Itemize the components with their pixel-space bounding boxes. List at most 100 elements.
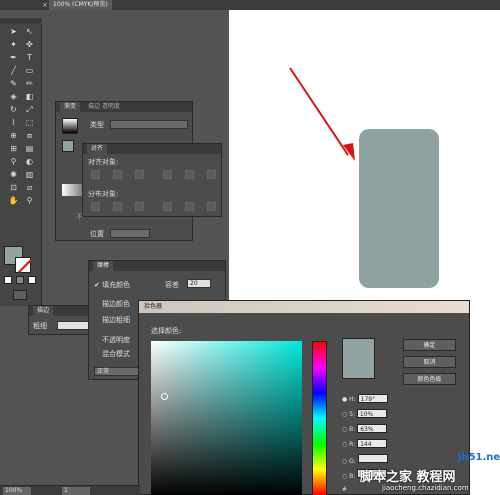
magic-wand-tab[interactable]: 魔棒 xyxy=(93,261,114,271)
h-value[interactable]: 179° xyxy=(357,394,388,403)
tolerance-label: 容差 xyxy=(165,281,179,289)
screen-mode-icon[interactable] xyxy=(13,290,27,300)
zoom-icon[interactable]: ⚲ xyxy=(24,195,35,206)
zoom-field[interactable]: 100% xyxy=(3,487,31,495)
hue-row[interactable]: ● H: 179° xyxy=(342,394,388,405)
weight-field[interactable] xyxy=(57,321,91,330)
symbol-sprayer-icon[interactable]: ✺ xyxy=(8,169,19,180)
gradient-icon[interactable]: ▤ xyxy=(24,143,35,154)
fill-color-option[interactable]: ✔ 填充颜色 xyxy=(94,280,130,290)
dist-top-icon[interactable] xyxy=(91,202,100,211)
gradient-tab[interactable]: 渐变 xyxy=(60,102,81,112)
position-label: 位置 xyxy=(90,230,104,238)
tolerance-field[interactable]: 20 xyxy=(187,279,211,288)
color-mode-icon[interactable] xyxy=(4,276,12,284)
align-objects-label: 对齐对象: xyxy=(88,158,119,166)
gradient-fill-swatch[interactable] xyxy=(62,140,74,152)
distribute-objects-label: 分布对象: xyxy=(88,190,119,198)
perspective-icon[interactable]: ⧈ xyxy=(24,130,35,141)
blob-brush-icon[interactable]: ◈ xyxy=(8,91,19,102)
gradient-preview[interactable] xyxy=(62,118,78,134)
select-color-label: 选择颜色: xyxy=(151,327,182,335)
hue-slider[interactable] xyxy=(312,341,327,495)
align-bottom-icon[interactable] xyxy=(207,170,216,179)
b-label: B: xyxy=(349,426,356,433)
lasso-icon[interactable]: ✜ xyxy=(24,39,35,50)
opacity-label: 不透明度 xyxy=(102,336,130,344)
status-bar: 100% 1 xyxy=(0,485,140,495)
stroke-tab[interactable]: 描边 xyxy=(33,306,54,316)
pen-icon[interactable]: ✒ xyxy=(8,52,19,63)
stroke-swatch[interactable] xyxy=(15,257,33,274)
rectangle-icon[interactable]: ▭ xyxy=(24,65,35,76)
dist-left-icon[interactable] xyxy=(163,202,172,211)
rotate-icon[interactable]: ↻ xyxy=(8,104,19,115)
align-hcenter-icon[interactable] xyxy=(113,170,122,179)
gradient-mode-icon[interactable] xyxy=(16,276,24,284)
type-dropdown[interactable] xyxy=(110,120,188,129)
ok-button[interactable]: 确定 xyxy=(403,339,456,351)
saturation-row[interactable]: ○ S: 10% xyxy=(342,409,387,420)
eyedropper-icon[interactable]: ⚲ xyxy=(8,156,19,167)
dist-hcenter-icon[interactable] xyxy=(185,202,194,211)
line-icon[interactable]: ╱ xyxy=(8,65,19,76)
align-vcenter-icon[interactable] xyxy=(185,170,194,179)
magic-wand-icon[interactable]: ✦ xyxy=(8,39,19,50)
stroke-weight-label: 描边粗细 xyxy=(102,316,130,324)
dist-vcenter-icon[interactable] xyxy=(113,202,122,211)
h-label: H: xyxy=(349,396,356,403)
eraser-icon[interactable]: ◧ xyxy=(24,91,35,102)
brightness-row[interactable]: ○ B: 63% xyxy=(342,424,388,435)
blend-icon[interactable]: ◐ xyxy=(24,156,35,167)
select-arrow-icon[interactable]: ➤ xyxy=(8,26,19,37)
weight-label: 粗细 xyxy=(33,322,47,330)
hex-row[interactable]: # xyxy=(342,484,347,495)
other-tabs[interactable]: 描边 透明度 xyxy=(88,103,120,110)
width-icon[interactable]: ⌇ xyxy=(8,117,19,128)
color-cursor-marker[interactable] xyxy=(161,393,168,400)
align-top-icon[interactable] xyxy=(163,170,172,179)
position-field[interactable] xyxy=(110,229,150,238)
r-value[interactable]: 144 xyxy=(357,439,388,448)
saturation-brightness-field[interactable] xyxy=(151,341,302,495)
type-label: 类型 xyxy=(90,121,104,129)
mesh-icon[interactable]: ⊞ xyxy=(8,143,19,154)
page-field[interactable]: 1 xyxy=(62,487,90,495)
dialog-title: 拾色器 xyxy=(139,301,469,313)
document-tab[interactable]: 100% (CMYK/预览) xyxy=(49,0,112,10)
pencil-icon[interactable]: ✏ xyxy=(24,78,35,89)
type-icon[interactable]: T xyxy=(24,52,35,63)
scale-icon[interactable]: ⤢ xyxy=(24,104,35,115)
align-right-icon[interactable] xyxy=(135,170,144,179)
align-tab[interactable]: 对齐 xyxy=(87,144,108,154)
red-row[interactable]: ○ R: 144 xyxy=(342,439,388,450)
s-value[interactable]: 10% xyxy=(356,409,387,418)
tools-panel: ➤ ↖ ✦ ✜ ✒ T ╱ ▭ ✎ ✏ ◈ ◧ ↻ ⤢ ⌇ ⬚ ⊕ ⧈ ⊞ ▤ … xyxy=(0,18,42,306)
stroke-panel-header: 描边 xyxy=(29,306,97,316)
align-left-icon[interactable] xyxy=(91,170,100,179)
b-value[interactable]: 63% xyxy=(357,424,388,433)
watermark: jb51.net 脚本之家 教程网 jiaocheng.chazidian.co… xyxy=(354,450,500,495)
dist-right-icon[interactable] xyxy=(207,202,216,211)
shape-builder-icon[interactable]: ⊕ xyxy=(8,130,19,141)
direct-select-icon[interactable]: ↖ xyxy=(24,26,35,37)
magic-wand-panel-header: 魔棒 xyxy=(89,261,225,271)
red-arrow-annotation xyxy=(289,67,355,161)
free-transform-icon[interactable]: ⬚ xyxy=(24,117,35,128)
color-swatches-button[interactable]: 颜色色板 xyxy=(403,373,456,385)
toolbar-grip[interactable] xyxy=(0,18,42,24)
hidden-text-fragment: 不 xyxy=(76,213,83,221)
artboard-icon[interactable]: ⊡ xyxy=(8,182,19,193)
close-tab-icon[interactable]: × xyxy=(42,0,49,10)
brush-icon[interactable]: ✎ xyxy=(8,78,19,89)
blend-mode-dropdown[interactable]: 正常 xyxy=(94,367,139,376)
hand-icon[interactable]: ✋ xyxy=(8,195,19,206)
dist-bottom-icon[interactable] xyxy=(135,202,144,211)
cancel-button[interactable]: 取消 xyxy=(403,356,456,368)
blend-mode-label: 混合模式 xyxy=(102,350,130,358)
fill-color-label: 填充颜色 xyxy=(102,281,131,289)
none-mode-icon[interactable] xyxy=(28,276,36,284)
graph-icon[interactable]: ▥ xyxy=(24,169,35,180)
slice-icon[interactable]: ⧄ xyxy=(24,182,35,193)
rounded-rectangle-shape[interactable] xyxy=(359,129,439,288)
